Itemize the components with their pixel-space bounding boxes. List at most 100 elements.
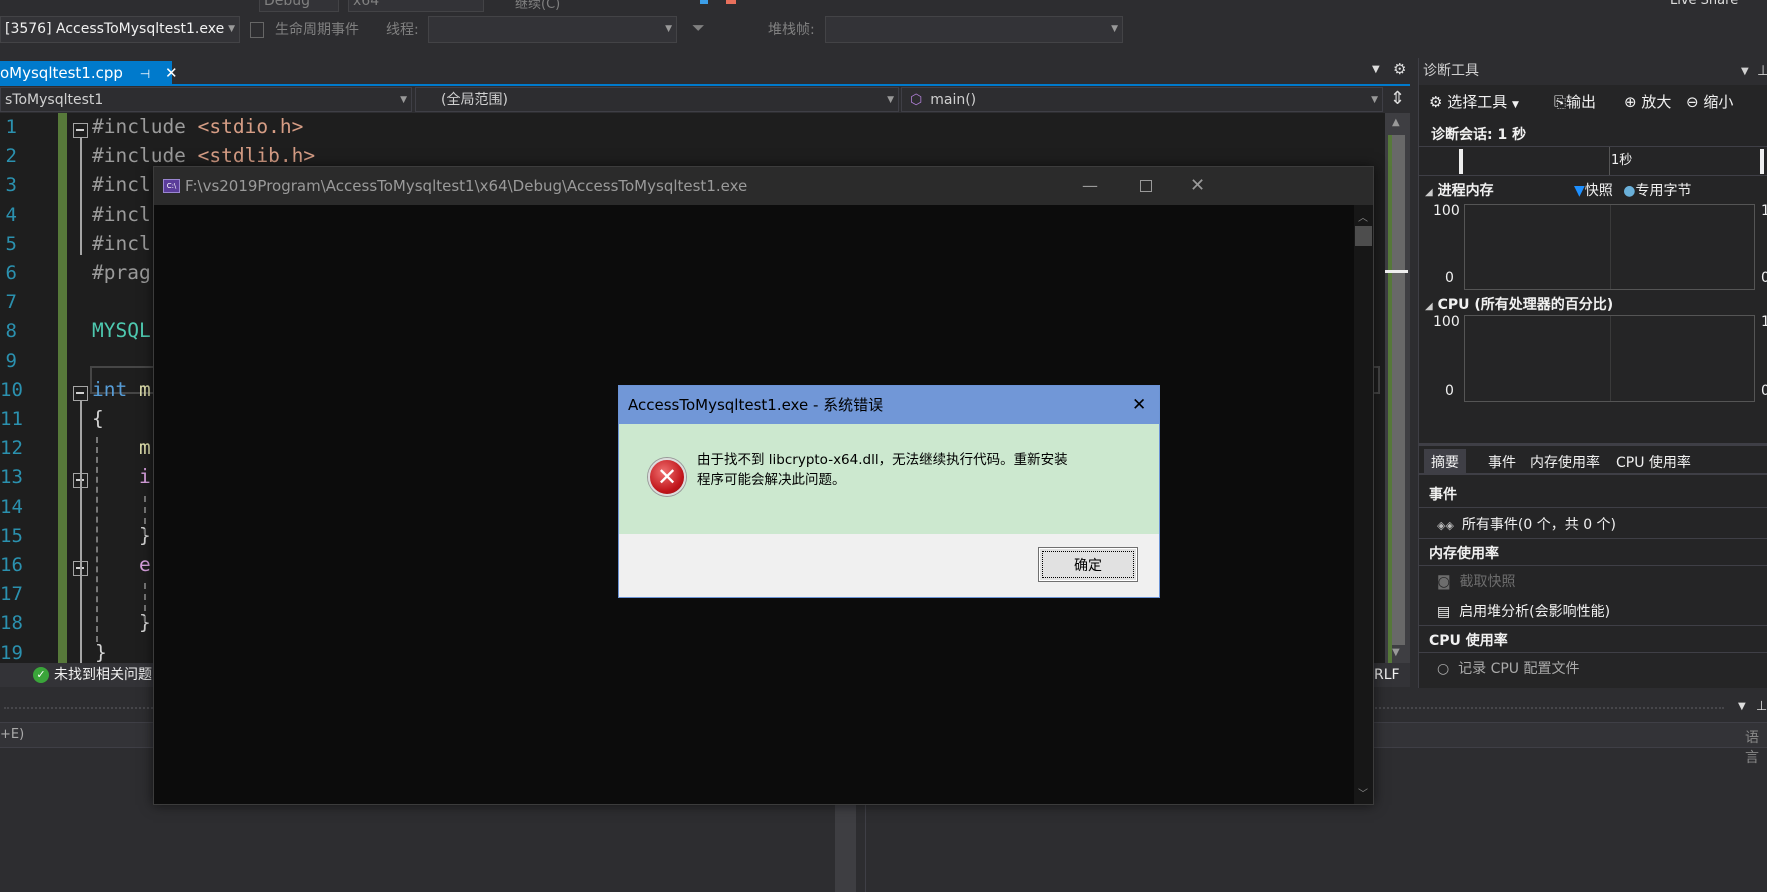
gear-icon[interactable]: ⚙ [1393, 60, 1406, 78]
panel-dropdown-icon[interactable]: ▼ [1738, 701, 1746, 712]
change-tracking-bar [58, 113, 67, 663]
zoom-in-button[interactable]: ⊕ 放大 [1624, 87, 1671, 117]
scroll-down-icon[interactable]: ▼ [1392, 647, 1400, 658]
timeline-ruler[interactable]: 1秒 [1419, 146, 1767, 176]
line-number: 6 [5, 262, 17, 284]
config-combo[interactable]: Debug [259, 0, 339, 12]
tab-cpu-usage[interactable]: CPU 使用率 [1609, 449, 1698, 475]
maximize-button[interactable] [1140, 180, 1152, 192]
console-icon: C:\ [163, 179, 180, 193]
code-token: #include [92, 115, 198, 138]
record-cpu-profile-button[interactable]: ○ 记录 CPU 配置文件 [1437, 659, 1580, 679]
live-share-button[interactable]: Live Share [1670, 0, 1738, 8]
line-number: 14 [0, 495, 23, 518]
code-token: <stdio.h> [197, 115, 304, 138]
tab-events[interactable]: 事件 [1481, 449, 1523, 475]
project-combo[interactable]: sToMysqltest1 ▼ [0, 87, 412, 112]
continue-button[interactable]: 继续(C) [515, 0, 560, 12]
close-button[interactable]: ✕ [1190, 167, 1205, 205]
select-tools-button[interactable]: ⚙ 选择工具 ▼ [1429, 87, 1519, 120]
bottom-splitter[interactable] [835, 805, 856, 892]
process-memory-header[interactable]: ◢ 进程内存 [1425, 180, 1494, 200]
timeline-start-handle[interactable] [1459, 149, 1463, 174]
minimize-button[interactable]: — [1082, 167, 1098, 205]
line-ending[interactable]: RLF [1374, 663, 1400, 687]
dialog-title-bar: AccessToMysqltest1.exe - 系统错误 ✕ [619, 386, 1159, 424]
code-token: i [92, 465, 151, 489]
console-title: F:\vs2019Program\AccessToMysqltest1\x64\… [185, 177, 748, 195]
pin-icon[interactable]: ⊣ [140, 67, 150, 81]
code-token: } [92, 523, 151, 547]
timeline-end-handle[interactable] [1760, 149, 1764, 174]
line-number: 1 [5, 116, 17, 138]
code-line: } [92, 611, 151, 634]
main-toolbar: Debug x64 继续(C) Live Share [0, 0, 1767, 14]
filter-icon[interactable]: ⏷ [692, 18, 705, 38]
tab-accesstomysqltest1-cpp[interactable]: oMysqltest1.cpp ⊣ ✕ [0, 61, 178, 85]
lifecycle-events-button[interactable]: 生命周期事件 [275, 19, 359, 39]
scroll-down-icon[interactable]: ﹀ [1358, 785, 1368, 800]
language-column-header[interactable]: 语言 [1745, 727, 1767, 767]
stack-frame-label: 堆栈帧: [768, 22, 815, 38]
console-scrollbar[interactable]: ︿ ﹀ [1354, 205, 1373, 804]
output-button[interactable]: ⎘输出 [1554, 87, 1596, 117]
heap-profiling-button[interactable]: ▤ 启用堆分析(会影响性能) [1419, 595, 1767, 626]
line-number: 9 [5, 349, 17, 372]
process-combo[interactable]: [3576] AccessToMysqltest1.exe ▼ [0, 16, 240, 43]
pin-icon[interactable]: ⊥ [1757, 58, 1767, 85]
search-hint[interactable]: +E) [0, 727, 24, 742]
mem-y2-max: 1 [1761, 203, 1767, 219]
editor-scrollbar[interactable]: ▲ ▼ [1385, 113, 1410, 665]
stack-frame-combo[interactable]: ▼ [825, 16, 1123, 43]
code-line: e [92, 553, 151, 576]
scope-combo[interactable]: (全局范围) ▼ [415, 87, 899, 112]
snapshot-marker-icon: ▼ [1574, 183, 1585, 199]
cpu-header[interactable]: ◢ CPU (所有处理器的百分比) [1425, 294, 1613, 314]
issues-status[interactable]: 未找到相关问题 [54, 663, 152, 687]
split-editor-icon[interactable]: ⇕ [1390, 88, 1405, 109]
line-number: 11 [0, 408, 23, 430]
tab-memory-usage[interactable]: 内存使用率 [1523, 449, 1607, 475]
code-line: #incl [92, 203, 151, 226]
scroll-up-icon[interactable]: ▲ [1392, 117, 1400, 128]
code-token: <stdlib.h> [197, 144, 316, 168]
tab-summary[interactable]: 摘要 [1424, 449, 1466, 475]
all-events-row[interactable]: ◈◈ 所有事件(0 个，共 0 个) [1419, 508, 1767, 539]
method-icon: ⬡ [910, 92, 923, 108]
zoom-in-icon: ⊕ [1624, 93, 1637, 111]
code-line: int m [92, 378, 151, 401]
close-icon[interactable]: ✕ [165, 64, 178, 82]
fold-toggle-icon[interactable] [73, 123, 88, 138]
code-token: #incl [92, 173, 151, 197]
platform-combo[interactable]: x64 [348, 0, 484, 12]
zoom-out-button[interactable]: ⊖ 缩小 [1686, 87, 1733, 117]
console-title-bar[interactable]: C:\ F:\vs2019Program\AccessToMysqltest1\… [154, 167, 1373, 205]
line-number: 4 [5, 203, 17, 226]
dialog-close-button[interactable]: ✕ [1132, 386, 1146, 424]
tab-list-dropdown-icon[interactable]: ▼ [1372, 64, 1380, 75]
function-combo[interactable]: ⬡ main() ▼ [901, 87, 1383, 112]
ok-button[interactable]: 确定 [1038, 547, 1138, 582]
gear-icon: ⚙ [1429, 93, 1443, 111]
line-number: 13 [0, 466, 23, 489]
process-memory-graph[interactable] [1464, 204, 1755, 290]
events-section-header: 事件 [1419, 481, 1767, 508]
memory-section-header: 内存使用率 [1419, 539, 1767, 566]
chevron-down-icon: ▼ [228, 24, 235, 34]
fold-toggle-icon[interactable] [73, 385, 88, 401]
cpu-graph[interactable] [1464, 315, 1755, 402]
code-token: { [92, 407, 104, 430]
scroll-thumb[interactable] [1355, 226, 1372, 246]
code-token: } [92, 611, 151, 635]
line-number: 12 [0, 437, 23, 460]
panel-dropdown-icon[interactable]: ▼ [1741, 58, 1749, 85]
code-token: #incl [92, 202, 151, 226]
pause-icon[interactable] [700, 0, 708, 4]
pin-icon[interactable]: ⊥ [1756, 699, 1767, 714]
scroll-up-icon[interactable]: ︿ [1358, 209, 1368, 224]
session-duration: 诊断会话: 1 秒 [1431, 127, 1527, 143]
stop-icon[interactable] [726, 0, 736, 4]
thread-combo[interactable]: ▼ [428, 16, 677, 43]
take-snapshot-button[interactable]: ◙ 截取快照 [1437, 571, 1516, 591]
diagnostic-tools-panel: 诊断工具 ▼ ⊥ ⚙ 选择工具 ▼ ⎘输出 ⊕ 放大 ⊖ 缩小 诊断会话: 1 … [1418, 58, 1767, 688]
